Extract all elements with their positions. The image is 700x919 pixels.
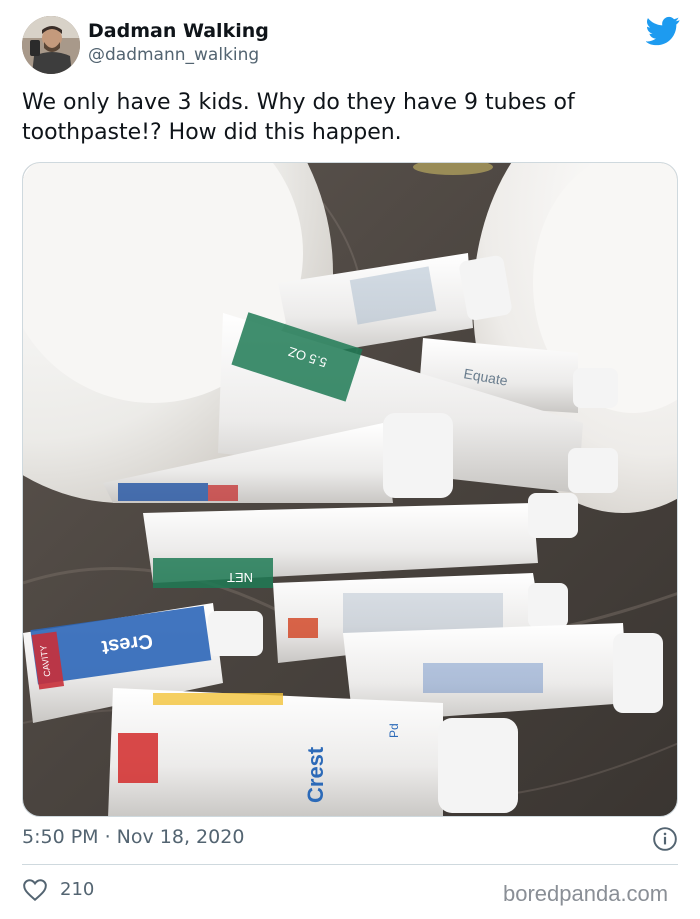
author-display-name[interactable]: Dadman Walking — [88, 20, 269, 42]
info-icon[interactable] — [652, 826, 678, 852]
like-count: 210 — [60, 879, 95, 900]
tweet-timestamp[interactable]: 5:50 PM · Nov 18, 2020 — [22, 826, 244, 848]
watermark: boredpanda.com — [503, 881, 669, 906]
divider — [22, 864, 678, 865]
tweet-card: Dadman Walking @dadmann_walking We only … — [0, 0, 700, 919]
tweet-text: We only have 3 kids. Why do they have 9 … — [22, 90, 575, 145]
tweet-photo[interactable]: Equate 5.5 OZ NET Crest CAVITY Crest Pd — [22, 162, 678, 817]
tube-label: Pd — [387, 723, 401, 738]
heart-icon[interactable] — [22, 878, 48, 902]
tube-label: NET — [227, 570, 253, 585]
avatar[interactable] — [22, 16, 80, 74]
twitter-bird-icon[interactable] — [646, 16, 680, 46]
author-handle[interactable]: @dadmann_walking — [88, 45, 259, 65]
tube-label: Crest — [303, 746, 328, 803]
